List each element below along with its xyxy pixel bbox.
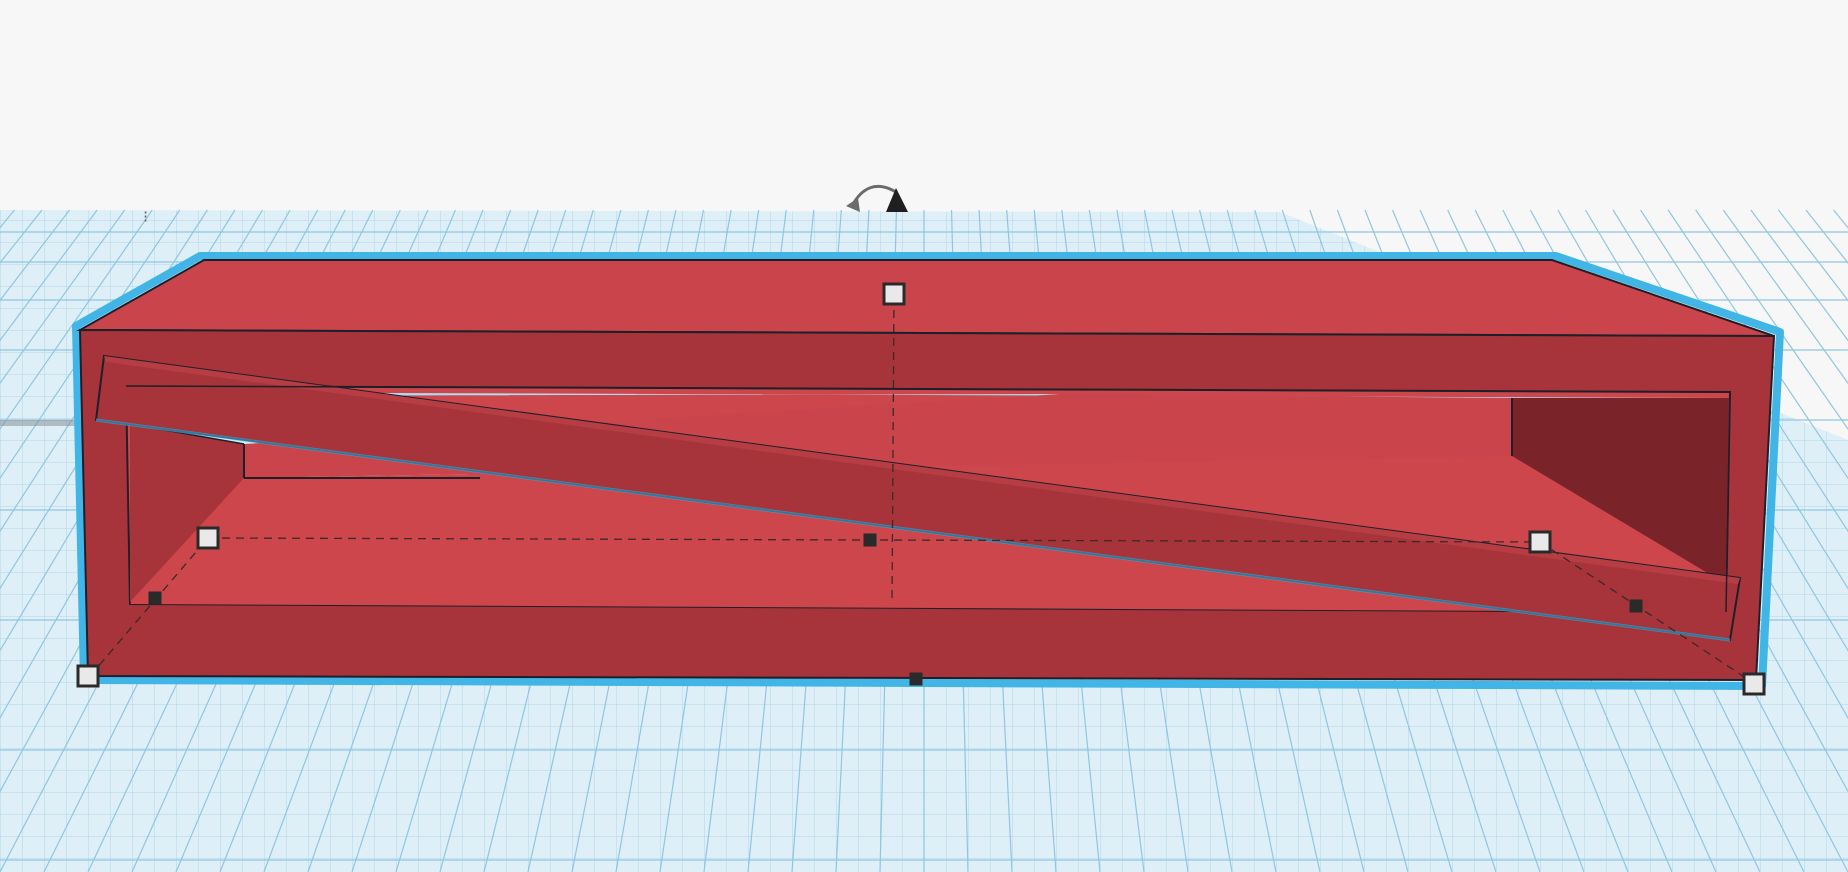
ruler-marker-icon: ⁝ (143, 207, 148, 226)
edge-handle-front[interactable] (909, 672, 923, 686)
corner-handle-front-left[interactable] (76, 664, 100, 688)
height-handle[interactable] (882, 282, 906, 306)
edge-handle-right[interactable] (1629, 599, 1643, 613)
viewport-canvas[interactable]: ⁝ (0, 0, 1848, 872)
corner-handle-back-left[interactable] (196, 526, 220, 550)
3d-viewport[interactable]: ⁝ (0, 0, 1848, 872)
box-top-face (76, 259, 1775, 337)
corner-handle-back-right[interactable] (1528, 530, 1552, 554)
red-hollow-box[interactable] (76, 259, 1776, 682)
edge-handle-back[interactable] (863, 533, 877, 547)
edge-handle-left[interactable] (148, 591, 162, 605)
corner-handle-front-right[interactable] (1742, 672, 1766, 696)
